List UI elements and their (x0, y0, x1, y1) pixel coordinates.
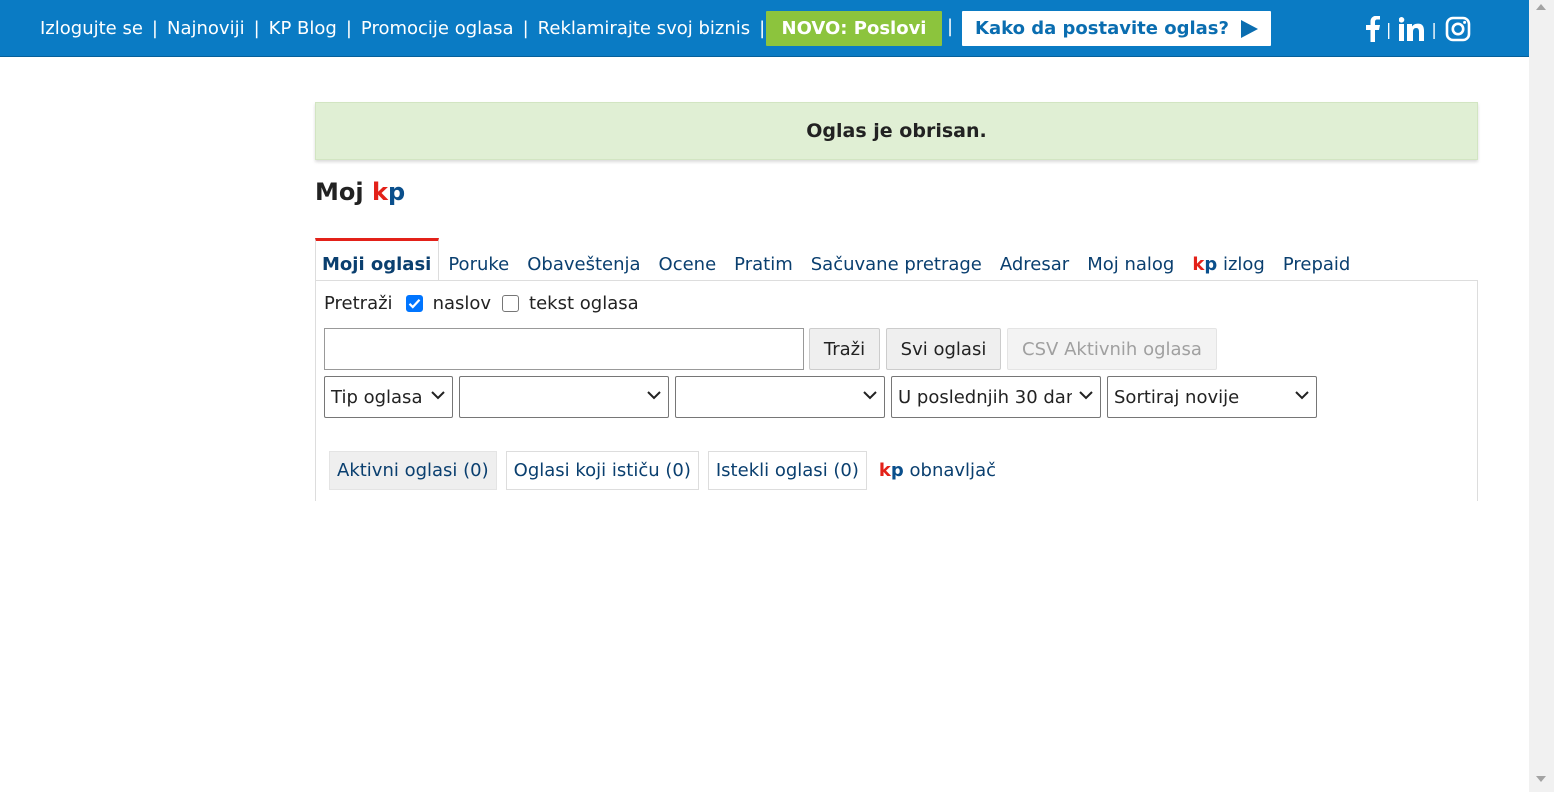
tab-poruke[interactable]: Poruke (439, 238, 518, 281)
tab-aktivni-oglasi[interactable]: Aktivni oglasi (0) (329, 451, 497, 490)
tekst-oglasa-label: tekst oglasa (529, 293, 639, 314)
separator: | (759, 18, 766, 39)
tab-istekli-oglasi[interactable]: Istekli oglasi (0) (707, 451, 867, 490)
kako-postaviti-button[interactable]: Kako da postavite oglas? (962, 11, 1271, 46)
sort-select[interactable]: Sortiraj novije (1107, 376, 1317, 418)
separator: | (345, 18, 352, 39)
sort-value: Sortiraj novije (1114, 386, 1240, 408)
separator: | (151, 18, 158, 39)
reklamirajte-link[interactable]: Reklamirajte svoj biznis (538, 18, 750, 39)
success-notice: Oglas je obrisan. (315, 102, 1478, 160)
checkmark-icon (408, 299, 420, 309)
separator: | (522, 18, 529, 39)
najnoviji-link[interactable]: Najnoviji (167, 18, 245, 39)
naslov-label: naslov (432, 293, 492, 314)
separator: | (1431, 19, 1437, 39)
separator: | (1386, 19, 1392, 39)
separator: | (253, 18, 260, 39)
ad-type-select[interactable]: Tip oglasa (324, 376, 453, 418)
kp-obnavljac-link[interactable]: kp obnavljač (878, 451, 996, 490)
tab-obavestenja[interactable]: Obaveštenja (518, 238, 649, 281)
kp-logo-k: k (371, 178, 388, 206)
kp-logo-p: p (890, 460, 904, 481)
promocije-oglasa-link[interactable]: Promocije oglasa (361, 18, 514, 39)
tab-ocene[interactable]: Ocene (650, 238, 726, 281)
search-options: Pretraži naslov tekst oglasa (324, 293, 639, 314)
tab-kp-izlog[interactable]: kp izlog (1183, 238, 1274, 281)
tab-prepaid[interactable]: Prepaid (1274, 238, 1360, 281)
all-ads-button[interactable]: Svi oglasi (886, 328, 1001, 370)
logout-link[interactable]: Izlogujte se (40, 18, 143, 39)
ad-status-tabs: Aktivni oglasi (0) Oglasi koji ističu (0… (329, 451, 1005, 490)
category-select[interactable] (459, 376, 669, 418)
separator: | (947, 16, 954, 37)
period-value: U poslednjih 30 dana (898, 386, 1072, 408)
period-select[interactable]: U poslednjih 30 dana (891, 376, 1101, 418)
play-icon (1240, 19, 1258, 38)
kp-logo-p: p (1204, 254, 1218, 275)
tekst-oglasa-checkbox[interactable] (502, 295, 520, 312)
kp-logo-p: p (387, 178, 406, 206)
top-nav: Izlogujte se | Najnoviji | KP Blog | Pro… (40, 0, 774, 57)
instagram-icon[interactable] (1445, 16, 1471, 42)
scroll-down-arrow-icon[interactable] (1536, 776, 1546, 782)
tab-oglasi-koji-isticu[interactable]: Oglasi koji ističu (0) (505, 451, 699, 490)
search-input[interactable] (324, 328, 804, 370)
kp-logo-k: k (878, 460, 891, 481)
tab-moji-oglasi[interactable]: Moji oglasi (315, 238, 440, 281)
kp-logo-k: k (1192, 254, 1205, 275)
page-title-prefix: Moj (315, 178, 364, 206)
ad-type-value: Tip oglasa (331, 386, 423, 408)
tab-kp-izlog-label: izlog (1222, 254, 1265, 275)
kp-blog-link[interactable]: KP Blog (269, 18, 337, 39)
facebook-icon[interactable] (1366, 16, 1380, 42)
chevron-down-icon (647, 391, 661, 400)
chevron-down-icon (1295, 391, 1309, 400)
chevron-down-icon (863, 391, 877, 400)
csv-export-button[interactable]: CSV Aktivnih oglasa (1007, 328, 1217, 370)
chevron-down-icon (1079, 391, 1093, 400)
scrollbar[interactable] (1529, 0, 1554, 792)
linkedin-icon[interactable] (1399, 17, 1425, 41)
tab-adresar[interactable]: Adresar (991, 238, 1078, 281)
search-button[interactable]: Traži (809, 328, 880, 370)
subcategory-select[interactable] (675, 376, 885, 418)
kako-postaviti-label: Kako da postavite oglas? (975, 18, 1229, 39)
social-links: | | (1366, 12, 1471, 46)
novo-poslovi-button[interactable]: NOVO: Poslovi (766, 11, 942, 46)
scroll-up-arrow-icon[interactable] (1536, 4, 1546, 10)
chevron-down-icon (431, 391, 445, 400)
page-title: Moj kp (315, 178, 405, 206)
tab-pratim[interactable]: Pratim (725, 238, 802, 281)
naslov-checkbox[interactable] (405, 295, 423, 312)
obnavljac-label: obnavljač (909, 460, 996, 481)
tab-sacuvane-pretrage[interactable]: Sačuvane pretrage (802, 238, 991, 281)
tab-moj-nalog[interactable]: Moj nalog (1078, 238, 1183, 281)
account-tabs: Moji oglasi Poruke Obaveštenja Ocene Pra… (315, 238, 1359, 281)
search-label: Pretraži (324, 293, 393, 314)
